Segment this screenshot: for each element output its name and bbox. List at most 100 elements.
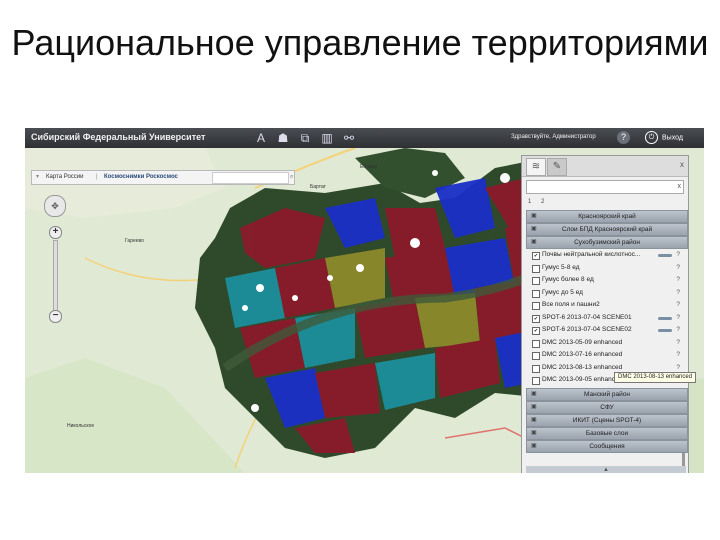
opacity-slider[interactable]	[658, 329, 672, 332]
layer-checkbox[interactable]: ✔	[532, 314, 540, 323]
layer-label: DMC 2013-07-16 enhanced	[542, 351, 623, 358]
layer-checkbox[interactable]	[532, 339, 540, 348]
layer-checkbox[interactable]: ✔	[532, 252, 540, 260]
group-label: Красноярский край	[578, 213, 636, 220]
layer-item[interactable]: Все поля и пашни2?	[532, 299, 686, 311]
clear-icon[interactable]: x	[678, 181, 682, 193]
help-icon[interactable]: ?	[676, 324, 680, 336]
user-greeting: Здравствуйте, Администратор	[511, 134, 596, 140]
pencil-icon[interactable]: ✎	[547, 158, 567, 176]
layer-search-input[interactable]: x	[526, 180, 684, 194]
group-label: ИКИТ (Сцены SPOT-4)	[572, 417, 642, 424]
help-icon[interactable]: ?	[676, 262, 680, 274]
pan-control-icon[interactable]: ✥	[44, 195, 66, 217]
expand-icon[interactable]: ▣	[531, 389, 537, 400]
tool-a-icon[interactable]: A	[253, 130, 269, 146]
layer-tooltip: DMC 2013-08-13 enhanced	[614, 372, 697, 383]
expand-icon[interactable]: ▣	[531, 224, 537, 235]
search-icon[interactable]: ⌕	[290, 171, 293, 184]
opacity-slider[interactable]	[658, 316, 672, 320]
layer-checkbox[interactable]	[532, 364, 540, 373]
pagination: 1 2	[528, 199, 552, 205]
layer-item[interactable]: Гумус более 8 ед?	[532, 274, 686, 286]
map-label-elovka: Еловка	[360, 164, 377, 170]
breadcrumb-item-map-russia[interactable]: Карта России	[46, 171, 84, 184]
layer-label: Все поля и пашни2	[542, 301, 600, 308]
chart-icon[interactable]: ▥	[319, 130, 335, 146]
group-label: Слои БПД Красноярский край	[561, 226, 653, 233]
help-icon[interactable]: ?	[676, 274, 680, 286]
expand-icon[interactable]: ▣	[531, 441, 537, 452]
group-label: Сухобузимский район	[574, 239, 640, 246]
help-icon[interactable]: ?	[676, 337, 680, 349]
help-icon[interactable]: ?	[676, 312, 680, 324]
map-search-bar[interactable]: ▾ Карта России | Космоснимки Роскосмос ⌕	[31, 170, 295, 185]
expand-icon[interactable]: ▣	[531, 402, 537, 413]
map-label-gareevo: Гареево	[125, 238, 144, 244]
layer-group-header[interactable]: ▣ Красноярский край	[526, 210, 688, 223]
layer-group-header[interactable]: ▣ Манский район	[526, 388, 688, 401]
layer-item[interactable]: ✔ Почвы нейтральной кислотнос...?	[532, 249, 686, 261]
group-label: Базовые слои	[585, 430, 629, 437]
group-label: Сообщения	[589, 443, 625, 450]
page-1[interactable]: 1	[528, 199, 531, 205]
breadcrumb-item-roskosmos[interactable]: Космоснимки Роскосмос	[104, 171, 178, 184]
group-label: Манский район	[584, 391, 630, 398]
expand-icon[interactable]: ▣	[531, 211, 537, 222]
zoom-out-button[interactable]: −	[49, 310, 62, 323]
layer-label: Гумус до 5 ед	[542, 288, 583, 296]
slide-title: Рациональное управление территориями	[11, 22, 709, 63]
layer-item[interactable]: Гумус до 5 ед?	[532, 287, 686, 299]
layer-group-header[interactable]: ▣ СФУ	[526, 401, 688, 414]
power-icon: ⏻	[645, 131, 658, 144]
layer-checkbox[interactable]	[532, 264, 540, 273]
chevron-right-icon: |	[96, 174, 98, 180]
expand-icon[interactable]: ▣	[531, 428, 537, 439]
share-icon[interactable]: ⚯	[341, 130, 357, 146]
zoom-in-button[interactable]: +	[49, 226, 62, 239]
layer-label: Почвы нейтральной кислотнос...	[542, 251, 641, 258]
map-search-input[interactable]	[212, 172, 289, 184]
layer-group-header[interactable]: ▣ Слои БПД Красноярский край	[526, 223, 688, 236]
plugin-icon[interactable]: ⧉	[297, 130, 313, 146]
expand-icon[interactable]: ▣	[531, 415, 537, 426]
group-label: СФУ	[600, 404, 614, 411]
help-button[interactable]: ?	[617, 131, 630, 144]
menu-arrow-icon[interactable]: ▾	[36, 171, 39, 184]
layer-item[interactable]: DMC 2013-07-16 enhanced?	[532, 349, 686, 361]
logout-label: Выход	[662, 134, 683, 142]
opacity-slider[interactable]	[658, 254, 672, 257]
layer-checkbox[interactable]	[532, 377, 540, 385]
layer-label: SPOT-6 2013-07-04 SCENE02	[542, 326, 632, 333]
help-icon[interactable]: ?	[676, 287, 680, 299]
layer-item[interactable]: ✔ SPOT-6 2013-07-04 SCENE02?	[532, 324, 686, 336]
user-icon[interactable]: ☗	[275, 130, 291, 146]
layer-item[interactable]: Гумус 5-8 ед?	[532, 262, 686, 274]
help-icon[interactable]: ?	[676, 299, 680, 311]
panel-tabs: ≋ ✎ x	[522, 156, 688, 177]
layer-item[interactable]: DMC 2013-05-09 enhanced?	[532, 337, 686, 349]
layer-label: DMC 2013-08-13 enhanced	[542, 363, 623, 371]
logout-button[interactable]: ⏻ Выход	[645, 131, 683, 144]
layers-icon[interactable]: ≋	[526, 158, 546, 176]
expand-icon[interactable]: ▣	[531, 237, 537, 248]
layer-group-header[interactable]: ▣ ИКИТ (Сцены SPOT-4)	[526, 414, 688, 427]
page-2[interactable]: 2	[541, 199, 544, 205]
zoom-slider[interactable]	[53, 240, 58, 312]
app-title: Сибирский Федеральный Университет	[31, 132, 206, 142]
collapse-panel-button[interactable]: ▲	[526, 466, 686, 473]
layer-checkbox[interactable]	[532, 352, 540, 360]
layer-item[interactable]: ✔ SPOT-6 2013-07-04 SCENE01?	[532, 312, 686, 324]
layer-checkbox[interactable]	[532, 302, 540, 310]
close-icon[interactable]: x	[680, 160, 684, 169]
layer-checkbox[interactable]	[532, 289, 540, 298]
layer-group-header[interactable]: ▣ Сообщения	[526, 440, 688, 453]
help-icon[interactable]: ?	[676, 249, 680, 261]
layer-group-header[interactable]: ▣ Базовые слои	[526, 427, 688, 440]
layer-checkbox[interactable]	[532, 277, 540, 285]
gis-app-window: ▾ Карта России | Космоснимки Роскосмос ⌕…	[25, 128, 704, 473]
layer-label: DMC 2013-09-05 enhanced	[542, 376, 623, 383]
layer-checkbox[interactable]: ✔	[532, 327, 540, 335]
help-icon[interactable]: ?	[676, 349, 680, 361]
layer-group-header[interactable]: ▣ Сухобузимский район	[526, 236, 688, 249]
